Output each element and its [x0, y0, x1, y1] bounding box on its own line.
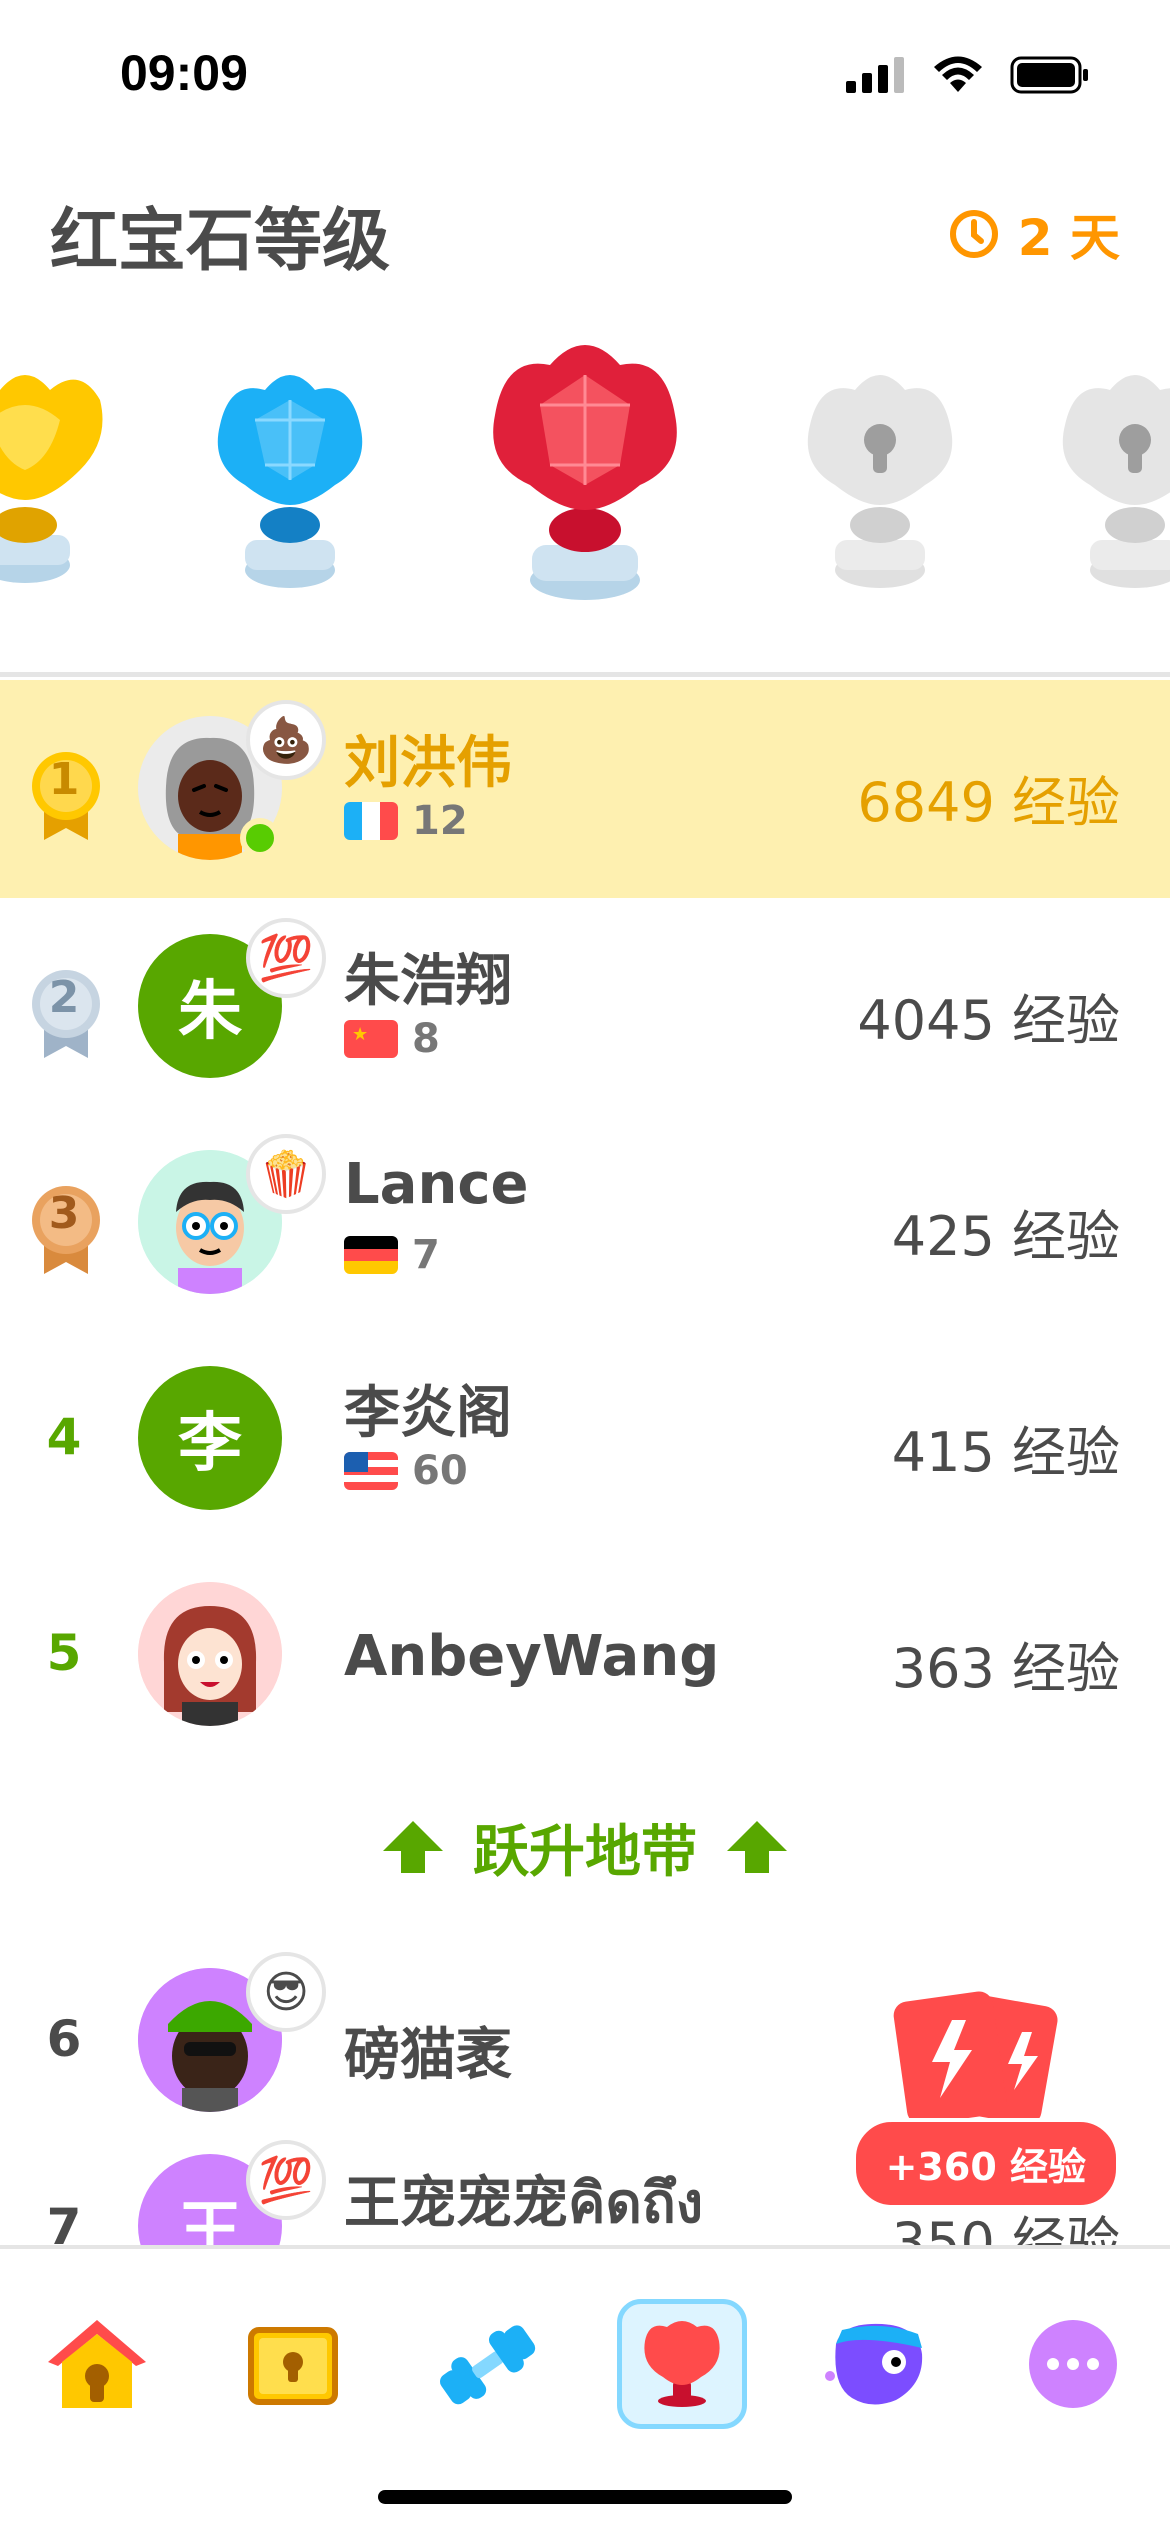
xp-value: 415 经验 — [891, 1421, 1120, 1484]
sapphire-league-trophy-icon — [217, 375, 363, 588]
timer-label: 2 天 — [1017, 209, 1120, 267]
germany-flag-icon — [344, 1236, 398, 1274]
rank-number: 2 — [48, 972, 80, 1023]
user-level: 7 — [412, 1232, 440, 1278]
user-meta: ★ 8 — [344, 1016, 440, 1062]
rank-number: 1 — [48, 754, 80, 805]
xp-boost-label: +360 经验 — [851, 2118, 1120, 2209]
xp-boost-reward[interactable]: +360 经验 — [820, 1990, 1120, 2209]
page-title: 红宝石等级 — [50, 202, 391, 281]
promotion-zone-divider: 跃升地带 — [0, 1762, 1170, 1932]
xp-value: 363 经验 — [891, 1637, 1120, 1700]
league-timer: 2 天 — [948, 198, 1120, 270]
rank-number: 3 — [48, 1188, 80, 1239]
user-name: AnbeyWang — [344, 1624, 720, 1689]
status-bar: 09:09 — [0, 0, 1170, 150]
locked-league-trophy-icon — [807, 375, 953, 588]
user-name: Lance — [344, 1152, 529, 1217]
user-name: 刘洪伟 — [344, 731, 512, 796]
avatar — [138, 1582, 282, 1726]
nav-more[interactable] — [1008, 2299, 1138, 2429]
league-trophy-carousel[interactable] — [0, 320, 1170, 620]
duo-character-icon — [825, 2323, 923, 2405]
user-meta: 7 — [344, 1232, 440, 1278]
bottom-navigation — [0, 2245, 1170, 2532]
user-meta: 60 — [344, 1448, 468, 1494]
divider — [0, 672, 1170, 677]
treasure-chest-icon — [248, 2327, 338, 2405]
leaderboard-row-current-user[interactable]: 1 💩 刘洪伟 12 6849 经验 — [0, 680, 1170, 898]
profile-badge: 😎 — [246, 1952, 326, 2032]
rank-number: 5 — [46, 1624, 82, 1682]
clock-icon — [949, 210, 998, 258]
france-flag-icon — [344, 802, 398, 840]
xp-value: 4045 经验 — [857, 989, 1120, 1052]
leaderboard-row[interactable]: 4 李 李炎阁 60 415 经验 — [0, 1330, 1170, 1546]
nav-leaderboard[interactable] — [617, 2299, 747, 2429]
user-level: 60 — [412, 1448, 468, 1494]
leaderboard-row[interactable]: 2 朱 💯 朱浩翔 ★ 8 4045 经验 — [0, 898, 1170, 1114]
gold-league-trophy-icon — [0, 375, 103, 583]
nav-characters[interactable] — [812, 2299, 942, 2429]
rank-number: 4 — [46, 1408, 82, 1466]
status-time: 09:09 — [120, 45, 248, 101]
china-flag-icon: ★ — [344, 1020, 398, 1058]
user-level: 8 — [412, 1016, 440, 1062]
nav-home[interactable] — [32, 2299, 162, 2429]
nav-practice[interactable] — [422, 2299, 552, 2429]
arrow-up-icon — [383, 1821, 443, 1873]
ruby-league-trophy-icon — [493, 345, 677, 600]
user-name: 李炎阁 — [344, 1381, 512, 1446]
xp-boost-cards-icon — [893, 1991, 1058, 2125]
profile-badge: 💯 — [246, 2140, 326, 2220]
ruby-trophy-icon — [644, 2321, 720, 2407]
user-meta: 12 — [344, 798, 468, 844]
leaderboard-row[interactable]: 5 AnbeyWang 363 经验 — [0, 1546, 1170, 1762]
nav-quests[interactable] — [228, 2299, 358, 2429]
leaderboard-row[interactable]: 3 🍿 Lance 7 425 经验 — [0, 1114, 1170, 1330]
cellular-signal-icon — [846, 57, 904, 93]
battery-icon — [1010, 56, 1088, 94]
profile-badge: 💩 — [246, 700, 326, 780]
dumbbell-icon — [440, 2325, 536, 2405]
home-icon — [48, 2320, 146, 2408]
user-name: 磅猫袤 — [344, 2023, 512, 2088]
user-name: 王宠宠宠คิดถึง — [344, 2171, 704, 2236]
character-avatar-icon — [138, 1582, 282, 1726]
profile-badge: 💯 — [246, 918, 326, 998]
rank-number: 6 — [46, 2010, 82, 2068]
avatar: 李 — [138, 1366, 282, 1510]
user-level: 12 — [412, 798, 468, 844]
wifi-icon — [934, 56, 982, 92]
promotion-zone-label: 跃升地带 — [473, 1819, 697, 1885]
user-name: 朱浩翔 — [344, 949, 512, 1014]
xp-value: 425 经验 — [891, 1205, 1120, 1268]
status-icons — [846, 56, 1090, 94]
locked-league-trophy-icon — [1062, 375, 1170, 588]
more-icon — [1029, 2320, 1117, 2408]
usa-flag-icon — [344, 1452, 398, 1490]
xp-value: 6849 经验 — [857, 771, 1120, 834]
home-indicator — [378, 2490, 792, 2504]
profile-badge: 🍿 — [246, 1134, 326, 1214]
arrow-up-icon — [727, 1821, 787, 1873]
online-status-indicator — [240, 818, 280, 858]
